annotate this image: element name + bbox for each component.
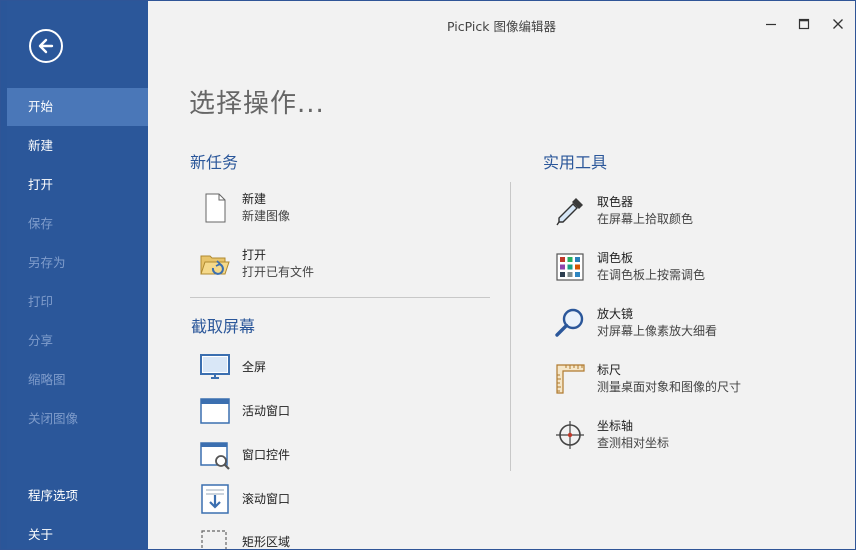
magnifier-title: 放大镜 bbox=[597, 307, 634, 321]
section-divider bbox=[190, 297, 490, 298]
new-image-title: 新建 bbox=[242, 192, 267, 206]
section-heading-tools: 实用工具 bbox=[543, 153, 608, 172]
section-heading-capture: 截取屏幕 bbox=[191, 317, 256, 336]
capture-active-window-label: 活动窗口 bbox=[242, 403, 291, 418]
eyedropper-icon bbox=[556, 198, 583, 226]
window-control-icon bbox=[200, 442, 230, 470]
capture-scroll-window-label: 滚动窗口 bbox=[242, 491, 291, 506]
maximize-icon bbox=[798, 18, 810, 30]
new-image-item[interactable]: 新建 新建图像 bbox=[198, 191, 290, 225]
title-bar[interactable]: PicPick 图像编辑器 bbox=[148, 1, 855, 47]
page-title: 选择操作... bbox=[189, 89, 325, 119]
color-picker-item[interactable]: 取色器 在屏幕上拾取颜色 bbox=[553, 194, 693, 228]
capture-scroll-window-item[interactable]: 滚动窗口 bbox=[198, 482, 290, 516]
open-folder-icon bbox=[200, 255, 230, 275]
color-picker-title: 取色器 bbox=[597, 195, 634, 209]
palette-item[interactable]: 调色板 在调色板上按需调色 bbox=[553, 250, 705, 284]
magnifier-icon bbox=[555, 308, 584, 337]
section-heading-new-task: 新任务 bbox=[190, 153, 239, 172]
palette-title: 调色板 bbox=[597, 251, 634, 265]
blank-page-icon bbox=[205, 193, 226, 223]
palette-icon bbox=[556, 253, 584, 281]
maximize-button[interactable] bbox=[789, 11, 819, 37]
close-icon bbox=[833, 19, 843, 29]
close-button[interactable] bbox=[823, 11, 853, 37]
crosshair-desc: 查测相对坐标 bbox=[597, 436, 670, 450]
crosshair-icon bbox=[556, 421, 584, 449]
new-image-desc: 新建图像 bbox=[242, 209, 291, 223]
open-file-title: 打开 bbox=[242, 248, 267, 262]
sidebar-item-close-image[interactable]: 关闭图像 bbox=[7, 400, 148, 438]
sidebar-item-about[interactable]: 关于 bbox=[7, 516, 148, 549]
capture-rectangle-item[interactable]: 矩形区域 bbox=[198, 525, 291, 549]
ruler-desc: 测量桌面对象和图像的尺寸 bbox=[597, 380, 742, 394]
column-divider bbox=[510, 182, 511, 471]
sidebar-item-print[interactable]: 打印 bbox=[7, 283, 148, 321]
open-file-desc: 打开已有文件 bbox=[242, 265, 315, 279]
rectangle-region-icon bbox=[201, 530, 227, 549]
monitor-icon bbox=[200, 354, 230, 379]
sidebar-item-new[interactable]: 新建 bbox=[7, 127, 148, 165]
capture-active-window-item[interactable]: 活动窗口 bbox=[198, 394, 290, 428]
magnifier-desc: 对屏幕上像素放大细看 bbox=[597, 324, 718, 338]
minimize-button[interactable] bbox=[756, 11, 786, 37]
sidebar-item-options[interactable]: 程序选项 bbox=[7, 477, 148, 515]
window-icon bbox=[200, 398, 230, 424]
capture-rectangle-label: 矩形区域 bbox=[242, 534, 291, 549]
arrow-left-icon bbox=[38, 38, 54, 54]
color-picker-desc: 在屏幕上拾取颜色 bbox=[597, 212, 694, 226]
ruler-item[interactable]: 标尺 测量桌面对象和图像的尺寸 bbox=[553, 362, 741, 396]
open-file-item[interactable]: 打开 打开已有文件 bbox=[198, 247, 314, 281]
capture-fullscreen-item[interactable]: 全屏 bbox=[198, 350, 266, 384]
sidebar-item-save[interactable]: 保存 bbox=[7, 205, 148, 243]
crosshair-title: 坐标轴 bbox=[597, 419, 634, 433]
sidebar-item-thumbnails[interactable]: 缩略图 bbox=[7, 361, 148, 399]
sidebar-item-share[interactable]: 分享 bbox=[7, 322, 148, 360]
back-button[interactable] bbox=[29, 29, 63, 63]
window-title: PicPick 图像编辑器 bbox=[447, 19, 556, 34]
capture-fullscreen-label: 全屏 bbox=[242, 359, 267, 374]
sidebar-item-save-as[interactable]: 另存为 bbox=[7, 244, 148, 282]
magnifier-item[interactable]: 放大镜 对屏幕上像素放大细看 bbox=[553, 306, 717, 340]
picpick-window: 开始 新建 打开 保存 另存为 打印 分享 缩略图 关闭图像 程序选项 关于 P… bbox=[0, 0, 856, 550]
capture-window-control-label: 窗口控件 bbox=[242, 447, 291, 462]
sidebar-item-open[interactable]: 打开 bbox=[7, 166, 148, 204]
palette-desc: 在调色板上按需调色 bbox=[597, 268, 706, 282]
ruler-icon bbox=[556, 364, 585, 394]
crosshair-item[interactable]: 坐标轴 查测相对坐标 bbox=[553, 418, 669, 452]
sidebar: 开始 新建 打开 保存 另存为 打印 分享 缩略图 关闭图像 程序选项 关于 bbox=[1, 1, 148, 549]
ruler-title: 标尺 bbox=[597, 363, 622, 377]
capture-window-control-item[interactable]: 窗口控件 bbox=[198, 438, 290, 472]
sidebar-item-start[interactable]: 开始 bbox=[7, 88, 148, 126]
minimize-icon bbox=[766, 23, 776, 26]
scroll-window-icon bbox=[201, 484, 229, 514]
